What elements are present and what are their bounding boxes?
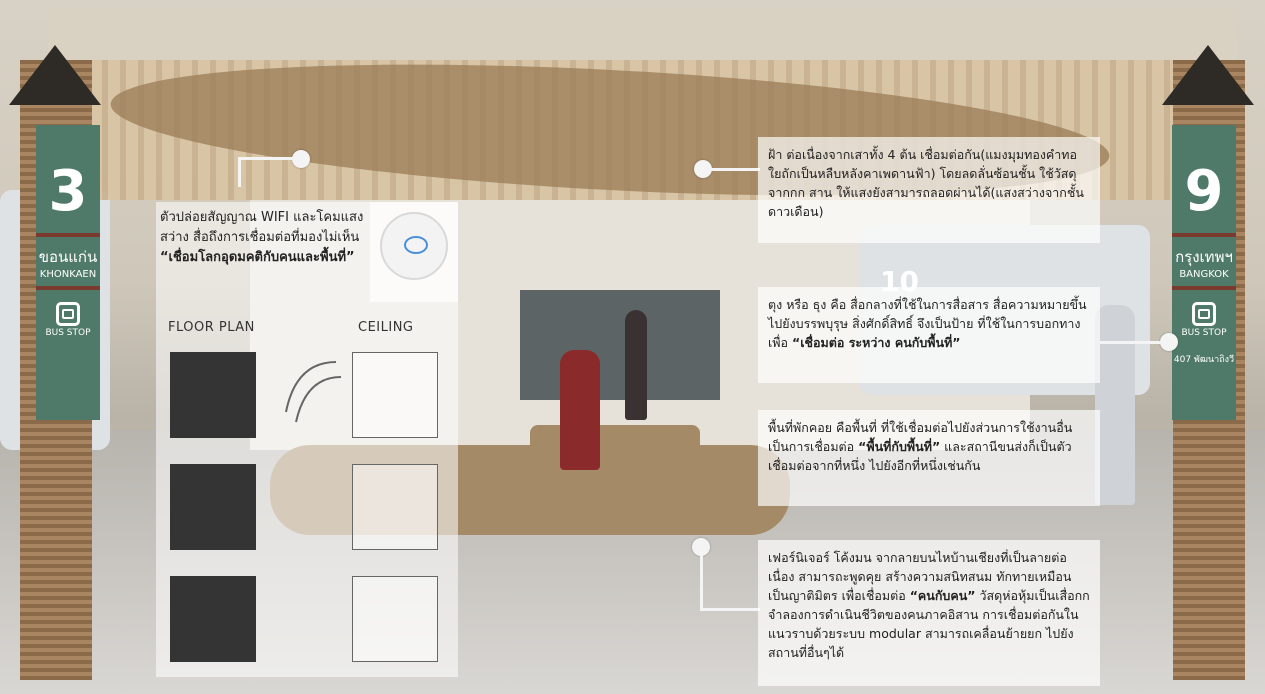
sign-divider xyxy=(1172,286,1236,290)
waiting-area-info-box: พื้นที่พักคอย คือพื้นที่ ที่ใช้เชื่อมต่อ… xyxy=(758,410,1100,506)
station-address: 407 พัฒนาถิงวี xyxy=(1173,355,1235,365)
ceiling-info-text: ฝ้า ต่อเนื่องจากเสาทั้ง 4 ต้น เชื่อมต่อก… xyxy=(768,147,1084,219)
platform-sign-left: 3 ขอนแก่น KHONKAEN BUS STOP xyxy=(36,125,100,420)
callout-dot-furniture xyxy=(692,538,710,556)
left-info-panel: ตัวปล่อยสัญญาณ WIFI และโคมแสงสว่าง สื่อถ… xyxy=(156,202,458,677)
wifi-highlight: “เชื่อมโลกอุดมคติกับคนและพื้นที่” xyxy=(160,250,355,265)
city-thai-left: ขอนแก่น xyxy=(38,248,98,266)
ceiling-label: CEILING xyxy=(358,320,414,335)
pillar-cap-left xyxy=(9,45,101,105)
glass-doors xyxy=(520,290,720,400)
person-walking xyxy=(625,310,647,420)
floor-plan-tile-3 xyxy=(170,576,256,662)
wifi-text: ตัวปล่อยสัญญาณ WIFI และโคมแสงสว่าง สื่อถ… xyxy=(160,210,364,245)
wifi-description: ตัวปล่อยสัญญาณ WIFI และโคมแสงสว่าง สื่อถ… xyxy=(160,208,370,268)
callout-line-furniture-v xyxy=(700,555,703,610)
bench-upper xyxy=(530,425,700,480)
sign-divider xyxy=(36,286,100,290)
ceiling-plan-tile-2 xyxy=(352,464,438,550)
sign-divider xyxy=(36,233,100,237)
platform-number-right: 9 xyxy=(1184,159,1224,224)
city-english-right: BANGKOK xyxy=(1179,269,1229,280)
callout-dot-sign xyxy=(1160,333,1178,351)
ceiling-plan-tile-3 xyxy=(352,576,438,662)
wifi-access-point-icon xyxy=(380,212,448,280)
pillar-cap-right xyxy=(1162,45,1254,105)
bus-stop-label-left: BUS STOP xyxy=(45,328,91,338)
bench-sketch xyxy=(285,361,342,423)
furniture-info-box: เฟอร์นิเจอร์ โค้งมน จากลายบนไหบ้านเชียงท… xyxy=(758,540,1100,686)
callout-line-wifi xyxy=(238,157,298,160)
callout-line-ceiling xyxy=(710,168,760,171)
sign-divider xyxy=(1172,233,1236,237)
ceiling-info-box: ฝ้า ต่อเนื่องจากเสาทั้ง 4 ต้น เชื่อมต่อก… xyxy=(758,137,1100,243)
roof-beam xyxy=(48,8,1238,60)
signage-info-highlight: “เชื่อมต่อ ระหว่าง คนกับพื้นที่” xyxy=(792,335,961,350)
rendering-scene: 10 3 ขอนแก่น KHONKAEN BUS STOP 9 กรุงเทพ… xyxy=(0,0,1265,694)
floor-plan-label: FLOOR PLAN xyxy=(168,320,255,335)
bus-icon xyxy=(1192,302,1216,326)
person-seated xyxy=(560,350,600,470)
floor-plan-tile-2 xyxy=(170,464,256,550)
platform-sign-right: 9 กรุงเทพฯ BANGKOK BUS STOP 407 พัฒนาถิง… xyxy=(1172,125,1236,420)
floor-plan-tile-1 xyxy=(170,352,256,438)
callout-line-wifi-v xyxy=(238,157,241,187)
furniture-highlight: “คนกับคน” xyxy=(909,588,976,603)
access-point-image xyxy=(370,202,458,302)
platform-number-left: 3 xyxy=(48,159,88,224)
bus-icon xyxy=(56,302,80,326)
waiting-area-highlight: “พื้นที่กับพื้นที่” xyxy=(858,439,941,454)
city-english-left: KHONKAEN xyxy=(39,269,97,280)
callout-line-furniture-h xyxy=(700,608,760,611)
callout-line-sign xyxy=(1100,341,1162,344)
signage-info-box: ตุง หรือ ธุง คือ สื่อกลางที่ใช้ในการสื่อ… xyxy=(758,287,1100,383)
bus-stop-label-right: BUS STOP xyxy=(1181,328,1227,338)
city-thai-right: กรุงเทพฯ xyxy=(1175,248,1233,266)
ceiling-plan-tile-1 xyxy=(352,352,438,438)
person-standing xyxy=(1095,305,1135,505)
